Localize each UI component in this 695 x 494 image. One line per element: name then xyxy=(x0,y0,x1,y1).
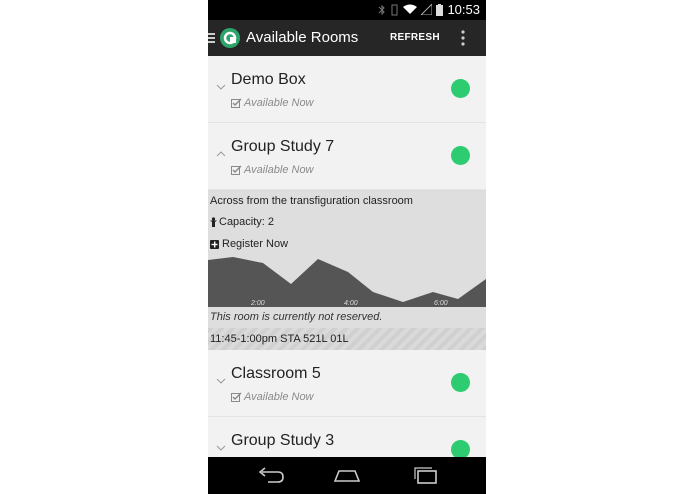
recent-apps-icon[interactable] xyxy=(410,465,440,485)
checkbox-icon xyxy=(231,165,242,175)
refresh-button[interactable]: REFRESH xyxy=(390,32,440,43)
page-title: Available Rooms xyxy=(246,29,359,46)
chart-tick: 2:00 xyxy=(250,300,265,307)
availability-indicator xyxy=(451,440,470,457)
room-item[interactable]: Classroom 5 Available Now xyxy=(208,350,486,417)
room-description: Across from the transfiguration classroo… xyxy=(210,195,413,207)
checkbox-icon xyxy=(231,98,242,108)
room-status: Available Now xyxy=(231,97,314,109)
room-status-label: Available Now xyxy=(244,97,314,109)
person-icon xyxy=(210,217,217,227)
room-status-label: Available Now xyxy=(244,164,314,176)
chevron-down-icon[interactable] xyxy=(216,84,226,90)
room-capacity: Capacity: 2 xyxy=(210,216,274,228)
phone-screen: 10:53 Available Rooms REFRESH Demo Box A… xyxy=(208,0,486,494)
room-item[interactable]: Group Study 3 xyxy=(208,417,486,457)
vibrate-icon xyxy=(391,4,398,15)
register-now-label: Register Now xyxy=(222,238,289,250)
room-name: Group Study 7 xyxy=(231,138,335,155)
navigation-bar xyxy=(208,457,486,494)
home-icon[interactable] xyxy=(332,465,362,485)
availability-indicator xyxy=(451,373,470,392)
room-status: Available Now xyxy=(231,164,314,176)
checkbox-icon xyxy=(231,392,242,402)
bluetooth-icon xyxy=(379,4,386,15)
availability-indicator xyxy=(451,146,470,165)
chart-tick: 6:00 xyxy=(434,300,448,307)
battery-icon xyxy=(436,3,444,16)
room-status-label: Available Now xyxy=(244,391,314,403)
action-bar: Available Rooms REFRESH xyxy=(208,20,486,56)
overflow-menu-icon[interactable] xyxy=(458,28,468,48)
capacity-label: Capacity: 2 xyxy=(219,216,275,228)
availability-indicator xyxy=(451,79,470,98)
room-status: Available Now xyxy=(231,391,314,403)
wifi-icon xyxy=(403,4,418,14)
plus-box-icon xyxy=(210,239,219,249)
room-item[interactable]: Demo Box Available Now xyxy=(208,56,486,123)
status-time: 10:53 xyxy=(447,2,480,17)
app-logo[interactable] xyxy=(220,28,240,48)
back-icon[interactable] xyxy=(256,465,286,485)
occupancy-chart: 2:00 4:00 6:00 xyxy=(208,257,486,307)
signal-icon xyxy=(421,4,433,15)
status-bar: 10:53 xyxy=(208,0,486,20)
room-name: Demo Box xyxy=(231,71,306,88)
drawer-menu-icon[interactable] xyxy=(208,31,216,45)
booking-row: 11:45-1:00pm STA 521L 01L xyxy=(208,328,486,350)
room-item[interactable]: Group Study 7 Available Now xyxy=(208,123,486,190)
chart-tick: 4:00 xyxy=(344,300,358,307)
room-name: Classroom 5 xyxy=(231,365,321,382)
room-list: Demo Box Available Now Group Study 7 Ava… xyxy=(208,56,486,457)
register-now-link[interactable]: Register Now xyxy=(210,238,288,250)
booking-text: 11:45-1:00pm STA 521L 01L xyxy=(210,333,349,345)
room-name: Group Study 3 xyxy=(231,432,335,449)
chevron-up-icon[interactable] xyxy=(216,151,226,157)
room-details: Across from the transfiguration classroo… xyxy=(208,190,486,350)
reservation-note: This room is currently not reserved. xyxy=(210,311,383,323)
chevron-down-icon[interactable] xyxy=(216,445,226,451)
chevron-down-icon[interactable] xyxy=(216,378,226,384)
